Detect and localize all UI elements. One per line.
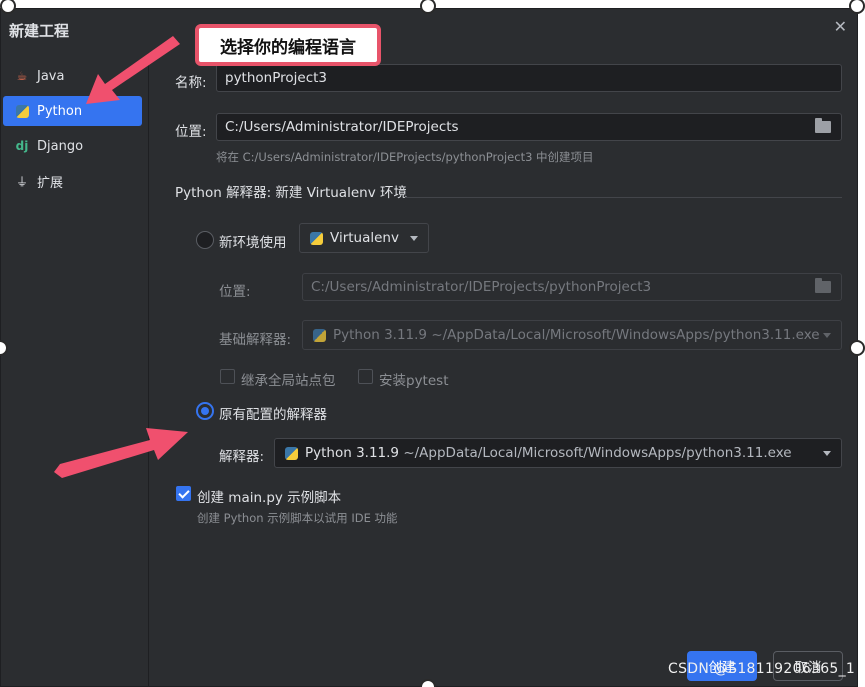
- project-name-field[interactable]: pythonProject3: [216, 64, 842, 92]
- install-pytest-checkbox[interactable]: [358, 369, 373, 384]
- create-main-hint: 创建 Python 示例脚本以试用 IDE 功能: [197, 511, 398, 525]
- project-name-value: pythonProject3: [225, 70, 328, 86]
- interpreter-path: ~/AppData/Local/Microsoft/WindowsApps/py…: [399, 445, 792, 461]
- java-cup-icon: ☕: [16, 69, 28, 83]
- venv-location-label: 位置:: [219, 284, 251, 300]
- existing-interpreter-radio[interactable]: [196, 402, 214, 420]
- section-divider: [405, 197, 842, 198]
- project-location-field[interactable]: C:/Users/Administrator/IDEProjects: [216, 113, 842, 141]
- sidebar-item-label: 扩展: [37, 175, 64, 191]
- new-env-label: 新环境使用: [219, 235, 287, 251]
- close-icon[interactable]: ✕: [834, 17, 847, 36]
- chevron-down-icon: [410, 236, 418, 241]
- sidebar-item-python[interactable]: Python: [3, 96, 142, 126]
- interpreter-dropdown[interactable]: Python 3.11.9 ~/AppData/Local/Microsoft/…: [274, 438, 842, 468]
- python-icon: [13, 104, 31, 118]
- base-interpreter-dropdown[interactable]: Python 3.11.9 ~/AppData/Local/Microsoft/…: [302, 320, 842, 350]
- language-callout: 选择你的编程语言: [195, 24, 381, 66]
- venv-location-value: C:/Users/Administrator/IDEProjects/pytho…: [311, 279, 652, 295]
- new-env-radio[interactable]: [196, 231, 214, 249]
- folder-icon[interactable]: [815, 118, 831, 133]
- inherit-site-packages-label: 继承全局站点包: [241, 373, 336, 389]
- inherit-site-packages-checkbox[interactable]: [220, 369, 235, 384]
- env-type-dropdown[interactable]: Virtualenv: [299, 223, 429, 253]
- existing-interpreter-label: 原有配置的解释器: [219, 407, 327, 423]
- folder-icon[interactable]: [815, 278, 831, 293]
- sidebar-item-label: Django: [37, 138, 84, 154]
- python-icon: [285, 446, 298, 460]
- env-type-value: Virtualenv: [330, 230, 399, 246]
- sidebar-item-label: Java: [37, 68, 65, 84]
- python-icon: [310, 231, 323, 245]
- django-icon: dj: [15, 139, 29, 153]
- create-main-label: 创建 main.py 示例脚本: [197, 490, 342, 506]
- sidebar-item-extensions[interactable]: ⏚ 扩展: [3, 166, 142, 196]
- sidebar-item-label: Python: [37, 103, 83, 119]
- base-interpreter-label: 基础解释器:: [219, 332, 292, 348]
- csdn-watermark: CSDN @S18119206365_1: [668, 661, 856, 677]
- plug-icon: ⏚: [15, 174, 28, 189]
- sidebar-item-django[interactable]: dj Django: [3, 131, 142, 161]
- sidebar-item-java[interactable]: ☕ Java: [3, 61, 142, 91]
- base-interpreter-value: Python 3.11.9 ~/AppData/Local/Microsoft/…: [333, 327, 820, 343]
- dialog-title: 新建工程: [9, 22, 70, 40]
- install-pytest-label: 安装pytest: [379, 373, 449, 389]
- name-label: 名称:: [175, 75, 207, 91]
- interpreter-version: Python 3.11.9: [305, 445, 400, 461]
- python-icon: [313, 328, 326, 342]
- project-type-sidebar: ☕ Java Python dj Django ⏚ 扩展: [1, 53, 149, 686]
- venv-location-field[interactable]: C:/Users/Administrator/IDEProjects/pytho…: [302, 273, 842, 301]
- create-main-checkbox[interactable]: [176, 486, 191, 501]
- interpreter-label: 解释器:: [219, 449, 265, 465]
- resize-handle[interactable]: [849, 340, 865, 356]
- chevron-down-icon: [823, 451, 831, 456]
- new-project-dialog: 新建工程 ✕ ☕ Java Python dj Django ⏚ 扩展 名称: …: [0, 8, 858, 687]
- chevron-down-icon: [823, 333, 831, 338]
- interpreter-section-title: Python 解释器: 新建 Virtualenv 环境: [175, 185, 407, 201]
- project-location-value: C:/Users/Administrator/IDEProjects: [225, 119, 459, 135]
- resize-handle[interactable]: [849, 0, 865, 14]
- location-hint: 将在 C:/Users/Administrator/IDEProjects/py…: [216, 150, 594, 164]
- location-label: 位置:: [175, 124, 207, 140]
